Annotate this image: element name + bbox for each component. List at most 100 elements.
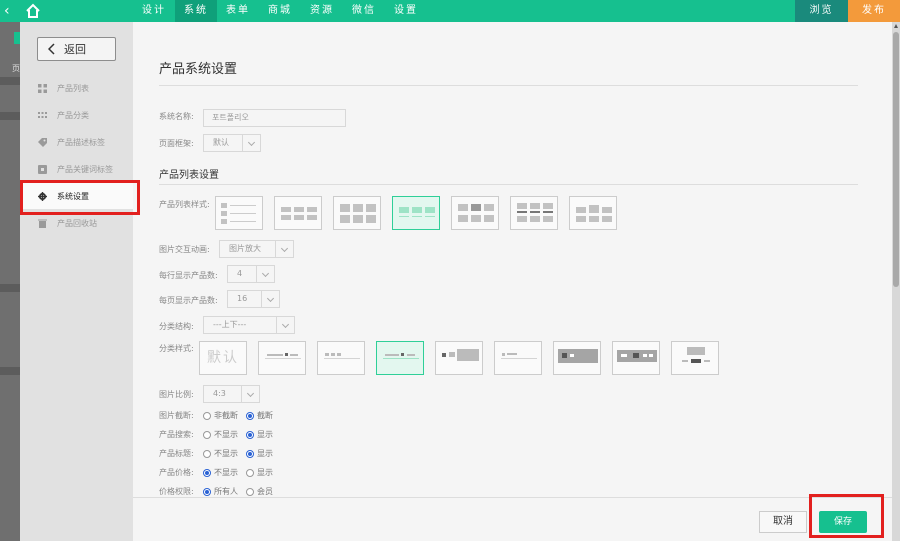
settings-panel: 产品系统设置 系统名称: 포트폴리오 页面框架: 默认 产品列表设置 产品列表样…: [133, 22, 892, 541]
thumb-block: [649, 354, 653, 357]
scrollbar-thumb[interactable]: [893, 32, 899, 287]
nav-settings[interactable]: 设置: [385, 0, 427, 22]
sidebar-item-label: 产品回收站: [57, 218, 97, 228]
hover-anim-select[interactable]: 图片放大: [219, 240, 294, 258]
nav-design[interactable]: 设计: [133, 0, 175, 22]
nav-system[interactable]: 系统: [175, 0, 217, 22]
thumb-line: [230, 221, 256, 222]
thumb-block: [325, 353, 329, 356]
thumb-block: [517, 216, 527, 222]
back-arrow-icon[interactable]: ‹: [4, 1, 18, 21]
sidebar-item-label: 产品描述标签: [57, 137, 105, 147]
publish-button[interactable]: 发布: [848, 0, 900, 22]
list-style-option-7[interactable]: [569, 196, 617, 230]
thumb-block: [457, 349, 479, 361]
radio-on: [246, 411, 254, 420]
thumb-block: [517, 203, 527, 209]
product-search-option-hide[interactable]: 不显示: [203, 429, 238, 440]
nav-shop[interactable]: 商城: [259, 0, 301, 22]
image-crop-row: 图片截断: 非截断 截断: [159, 410, 281, 421]
image-ratio-select[interactable]: 4:3: [203, 385, 260, 403]
radio-label: 不显示: [214, 449, 238, 458]
sidebar-item-keyword-tags[interactable]: 产品关键词标签: [20, 156, 133, 182]
category-struct-select[interactable]: ---上下---: [203, 316, 295, 334]
thumb-block: [221, 219, 227, 224]
list-style-option-3[interactable]: [333, 196, 381, 230]
product-title-row: 产品标题: 不显示 显示: [159, 448, 281, 459]
scroll-up-icon[interactable]: [894, 24, 898, 28]
per-row-select[interactable]: 4: [227, 265, 275, 283]
thumb-block: [643, 354, 647, 357]
list-style-option-2[interactable]: [274, 196, 322, 230]
product-search-option-show[interactable]: 显示: [246, 429, 273, 440]
radio-label: 不显示: [214, 430, 238, 439]
radio-on: [203, 468, 211, 477]
category-style-option-8[interactable]: [612, 341, 660, 375]
thumb-block: [412, 207, 422, 213]
cancel-button[interactable]: 取消: [759, 511, 807, 533]
image-crop-option-off[interactable]: 非截断: [203, 410, 238, 421]
nav-form[interactable]: 表单: [217, 0, 259, 22]
sidebar-item-product-category[interactable]: 产品分类: [20, 102, 133, 128]
thumb-block: [530, 216, 540, 222]
category-style-option-3[interactable]: [317, 341, 365, 375]
thumb-dot: [562, 353, 567, 358]
thumb-block: [682, 360, 688, 362]
product-title-label: 产品标题:: [159, 449, 194, 458]
image-crop-option-on[interactable]: 截断: [246, 410, 273, 421]
system-name-input[interactable]: 포트폴리오: [203, 109, 346, 127]
list-section-title: 产品列表设置: [159, 170, 219, 181]
thumb-dot: [633, 353, 639, 358]
sidebar-item-description-tags[interactable]: 产品描述标签: [20, 129, 133, 155]
radio-label: 所有人: [214, 487, 238, 496]
scrollbar[interactable]: [892, 22, 900, 541]
thumb-block: [576, 207, 586, 213]
thumb-block: [458, 204, 468, 211]
preview-button[interactable]: 浏览: [795, 0, 848, 22]
list-style-option-1[interactable]: [215, 196, 263, 230]
product-price-option-show[interactable]: 显示: [246, 467, 273, 478]
thumb-block: [281, 207, 291, 212]
nav-wechat[interactable]: 微信: [343, 0, 385, 22]
thumb-block: [543, 211, 553, 213]
list-style-option-5[interactable]: [451, 196, 499, 230]
price-permission-option-member[interactable]: 会员: [246, 486, 273, 497]
thumb-dot: [285, 353, 288, 356]
back-button[interactable]: 返回: [37, 37, 116, 61]
thumb-block: [602, 216, 612, 222]
thumb-block: [337, 353, 341, 356]
thumb-block: [543, 203, 553, 209]
product-title-option-hide[interactable]: 不显示: [203, 448, 238, 459]
thumb-block: [530, 203, 540, 209]
category-style-option-9[interactable]: [671, 341, 719, 375]
category-style-option-1[interactable]: 默认: [199, 341, 247, 375]
divider: [159, 184, 858, 185]
thumb-block: [471, 215, 481, 222]
nav-resources[interactable]: 资源: [301, 0, 343, 22]
system-name-label: 系统名称:: [159, 112, 194, 121]
category-style-option-4[interactable]: [376, 341, 424, 375]
category-style-option-6[interactable]: [494, 341, 542, 375]
category-style-option-7[interactable]: [553, 341, 601, 375]
hover-anim-label: 图片交互动画:: [159, 245, 210, 254]
product-price-option-hide[interactable]: 不显示: [203, 467, 238, 478]
thumb-block: [294, 207, 304, 212]
sidebar-item-product-list[interactable]: 产品列表: [20, 75, 133, 101]
price-permission-option-all[interactable]: 所有人: [203, 486, 238, 497]
per-page-label: 每页显示产品数:: [159, 296, 218, 305]
category-style-option-2[interactable]: [258, 341, 306, 375]
product-title-option-show[interactable]: 显示: [246, 448, 273, 459]
thumb-line: [501, 358, 537, 359]
list-style-option-4[interactable]: [392, 196, 440, 230]
list-icon: [38, 111, 47, 118]
list-style-label: 产品列表样式:: [159, 200, 210, 209]
page-frame-select[interactable]: 默认: [203, 134, 261, 152]
category-style-option-5[interactable]: [435, 341, 483, 375]
per-page-select[interactable]: 16: [227, 290, 280, 308]
list-style-option-6[interactable]: [510, 196, 558, 230]
thumb-block: [507, 353, 517, 355]
home-icon[interactable]: [25, 3, 41, 19]
radio-label: 会员: [257, 487, 273, 496]
radio-label: 不显示: [214, 468, 238, 477]
thumb-block: [602, 207, 612, 213]
